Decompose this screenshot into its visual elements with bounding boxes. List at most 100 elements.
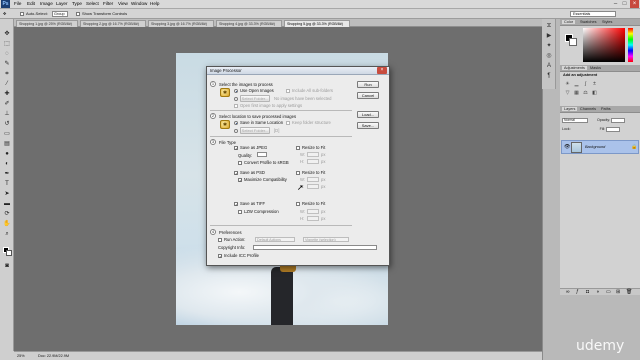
minimize-icon[interactable]: –	[611, 0, 620, 8]
vibrance-icon[interactable]: ▽	[564, 90, 571, 96]
run-button[interactable]: Run	[357, 81, 379, 88]
show-transform-checkbox[interactable]	[76, 12, 80, 16]
jpeg-width-field[interactable]	[307, 152, 319, 157]
resize-psd-checkbox[interactable]	[296, 171, 300, 175]
new-layer-icon[interactable]: ⊞	[616, 289, 620, 295]
maximize-icon[interactable]: □	[620, 0, 629, 8]
pen-tool-icon[interactable]: ✒	[3, 171, 11, 178]
hand-tool-icon[interactable]: ✋	[3, 221, 11, 228]
brush-tool-icon[interactable]: ✐	[3, 101, 11, 108]
tab-shopping-5[interactable]: Shopping 5.jpg @ 33.3% (RGB/8#)	[284, 20, 350, 27]
select-folder-button[interactable]: Select Folder...	[240, 95, 270, 102]
fill-field[interactable]	[606, 126, 621, 132]
close-icon[interactable]: ×	[630, 0, 639, 8]
trash-icon[interactable]: 🗑	[626, 289, 632, 295]
tab-masks[interactable]: Masks	[588, 66, 603, 70]
tab-swatches[interactable]: Swatches	[578, 20, 598, 24]
workspace-select[interactable]: Essentials	[570, 11, 616, 17]
dialog-close-icon[interactable]: ×	[377, 67, 387, 74]
levels-icon[interactable]: ▁	[573, 81, 580, 87]
menu-image[interactable]: Image	[40, 1, 53, 6]
background-color-swatch[interactable]	[6, 250, 12, 256]
psd-width-field[interactable]	[307, 177, 319, 182]
lasso-tool-icon[interactable]: ◌	[3, 51, 11, 58]
folder-icon[interactable]: ▭	[606, 289, 611, 295]
tiff-height-field[interactable]	[307, 216, 319, 221]
maximize-compat-checkbox[interactable]: ✓	[238, 178, 242, 183]
background-color-swatch[interactable]	[569, 38, 577, 46]
save-as-psd-checkbox[interactable]: ✓	[234, 171, 238, 176]
use-open-images-radio[interactable]	[234, 89, 238, 93]
character-icon[interactable]: A	[545, 63, 553, 70]
hue-slider[interactable]	[628, 28, 633, 62]
exposure-icon[interactable]: ±	[591, 81, 598, 87]
menu-edit[interactable]: Edit	[27, 1, 35, 6]
tab-styles[interactable]: Styles	[600, 20, 614, 24]
black-white-icon[interactable]: ◧	[591, 90, 598, 96]
paragraph-icon[interactable]: ¶	[545, 73, 553, 80]
gradient-tool-icon[interactable]: ▤	[3, 141, 11, 148]
action-name-select[interactable]: Vignette (selection)	[303, 237, 349, 242]
tab-adjustments[interactable]: Adjustments	[562, 66, 587, 70]
save-as-tiff-checkbox[interactable]: ✓	[234, 202, 238, 207]
quick-mask-icon[interactable]: ◙	[3, 263, 11, 270]
tab-paths[interactable]: Paths	[599, 107, 613, 111]
keep-folder-structure-checkbox[interactable]	[286, 121, 290, 125]
brush-preset-icon[interactable]: ✦	[545, 43, 553, 50]
tab-layers[interactable]: Layers	[562, 107, 578, 111]
shape-tool-icon[interactable]: ▬	[3, 201, 11, 208]
mask-icon[interactable]: ◘	[586, 289, 589, 295]
psd-height-field[interactable]	[307, 184, 319, 189]
group-select[interactable]: Group	[52, 11, 68, 17]
zoom-tool-icon[interactable]: ⌕	[3, 231, 11, 238]
menu-file[interactable]: File	[14, 1, 21, 6]
eyedropper-tool-icon[interactable]: ⁄	[3, 81, 11, 88]
eraser-tool-icon[interactable]: ▭	[3, 131, 11, 138]
history-brush-tool-icon[interactable]: ↺	[3, 121, 11, 128]
blur-tool-icon[interactable]: ●	[3, 151, 11, 158]
auto-select-checkbox[interactable]	[20, 12, 24, 16]
crop-tool-icon[interactable]: ⌗	[3, 71, 11, 78]
dialog-titlebar[interactable]: Image Processor ×	[207, 67, 389, 75]
opacity-field[interactable]	[611, 117, 626, 123]
tab-shopping-2[interactable]: Shopping 2.jpg @ 16.7% (RGB/8#)	[80, 20, 146, 27]
3d-rotate-tool-icon[interactable]: ⟳	[3, 211, 11, 218]
select-folder-radio[interactable]	[234, 97, 238, 101]
resize-jpeg-checkbox[interactable]	[296, 146, 300, 150]
menu-help[interactable]: Help	[150, 1, 159, 6]
open-first-image-checkbox[interactable]	[234, 104, 238, 108]
blend-mode-select[interactable]: Normal	[562, 117, 588, 123]
copyright-field[interactable]	[253, 245, 377, 250]
include-icc-checkbox[interactable]: ✓	[218, 254, 222, 259]
tab-shopping-4[interactable]: Shopping 4.jpg @ 33.3% (RGB/8#)	[216, 20, 282, 27]
marquee-tool-icon[interactable]: ⬚	[3, 41, 11, 48]
tab-channels[interactable]: Channels	[578, 107, 598, 111]
brightness-icon[interactable]: ☀	[564, 81, 571, 87]
menu-type[interactable]: Type	[72, 1, 82, 6]
menu-select[interactable]: Select	[86, 1, 99, 6]
adjustment-layer-icon[interactable]: ◑	[596, 289, 599, 295]
menu-view[interactable]: View	[118, 1, 128, 6]
fx-icon[interactable]: ƒ	[576, 289, 579, 295]
save-button[interactable]: Save...	[357, 122, 379, 129]
eye-icon[interactable]: 👁	[564, 144, 570, 150]
include-subfolders-checkbox[interactable]	[286, 89, 290, 93]
menu-layer[interactable]: Layer	[56, 1, 68, 6]
curves-icon[interactable]: ∫	[582, 81, 589, 87]
hue-saturation-icon[interactable]: ▦	[573, 90, 580, 96]
clone-source-icon[interactable]: ◎	[545, 53, 553, 60]
stamp-tool-icon[interactable]: ⊥	[3, 111, 11, 118]
load-button[interactable]: Load...	[357, 111, 379, 118]
dodge-tool-icon[interactable]: ◐	[3, 161, 11, 168]
quick-select-tool-icon[interactable]: ✎	[3, 61, 11, 68]
quality-field[interactable]	[257, 152, 267, 157]
path-select-tool-icon[interactable]: ➤	[3, 191, 11, 198]
history-icon[interactable]: ⧖	[545, 23, 553, 30]
tab-shopping-1[interactable]: Shopping 1.jpg @ 25% (RGB/8#)	[16, 20, 78, 27]
layer-row-background[interactable]: 👁 Background 🔒	[561, 140, 639, 154]
lzw-compression-checkbox[interactable]	[238, 210, 242, 214]
healing-tool-icon[interactable]: ✚	[3, 91, 11, 98]
action-set-select[interactable]: Default Actions	[255, 237, 295, 242]
menu-filter[interactable]: Filter	[103, 1, 113, 6]
type-tool-icon[interactable]: T	[3, 181, 11, 188]
